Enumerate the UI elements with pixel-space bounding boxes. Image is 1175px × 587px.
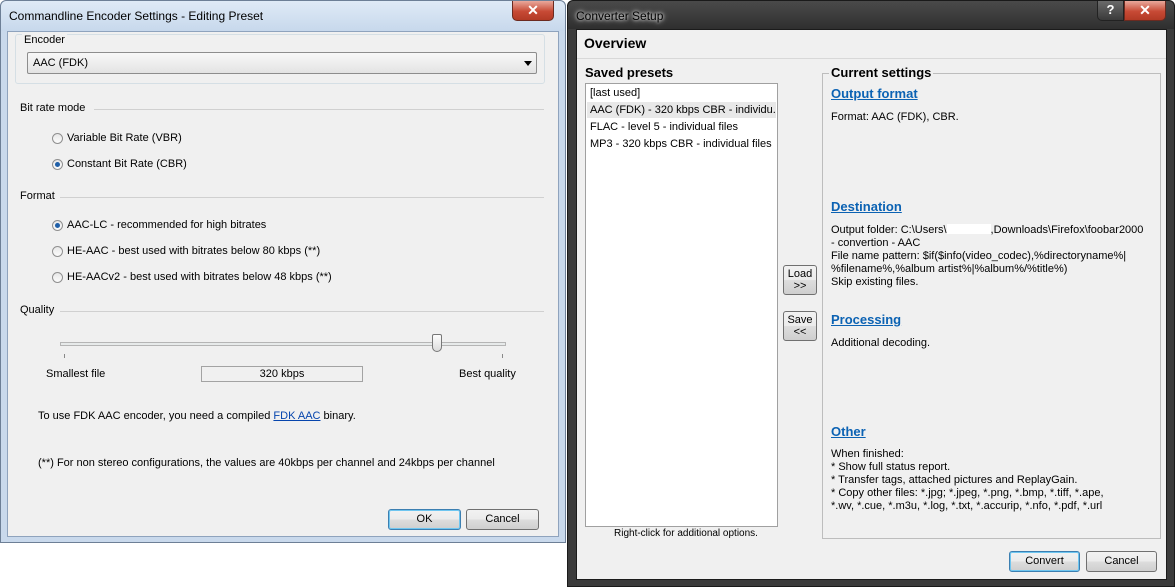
quality-label: Quality — [20, 304, 55, 316]
save-label: Save — [787, 314, 813, 326]
list-item[interactable]: MP3 - 320 kbps CBR - individual files — [587, 136, 776, 152]
encoder-settings-window: Commandline Encoder Settings - Editing P… — [0, 0, 566, 543]
converter-setup-window: Converter Setup ? ✕ Overview Saved prese… — [567, 0, 1175, 587]
help-icon[interactable]: ? — [1097, 1, 1124, 21]
save-button[interactable]: Save << — [783, 311, 817, 341]
smallest-file-label: Smallest file — [46, 368, 106, 380]
destination-folder-prefix: Output folder: C:\Users\ — [831, 224, 947, 236]
destination-skip: Skip existing files. — [831, 276, 919, 288]
destination-folder-line2: - convertion - AAC — [831, 237, 921, 249]
stereo-note: (**) For non stereo configurations, the … — [38, 457, 495, 469]
he-aacv2-label[interactable]: HE-AACv2 - best used with bitrates below… — [67, 271, 332, 283]
bitrate-mode-label: Bit rate mode — [20, 102, 86, 114]
quality-divider — [60, 311, 544, 312]
fdk-note: To use FDK AAC encoder, you need a compi… — [38, 410, 356, 422]
encoder-select-value: AAC (FDK) — [33, 57, 88, 69]
output-format-text: Format: AAC (FDK), CBR. — [831, 111, 959, 123]
encoder-window-close-icon[interactable]: ✕ — [512, 1, 554, 21]
convert-button[interactable]: Convert — [1009, 551, 1080, 572]
destination-link[interactable]: Destination — [831, 199, 902, 214]
slider-tick — [64, 354, 65, 358]
list-item[interactable]: AAC (FDK) - 320 kbps CBR - individu... — [587, 102, 776, 118]
encoder-window-client: Encoder AAC (FDK) Bit rate mode Variable… — [7, 31, 559, 537]
saved-presets-label: Saved presets — [585, 65, 674, 80]
converter-window-title: Converter Setup — [576, 9, 664, 23]
destination-text: Output folder: C:\Users\ ,Downloads\Firef… — [831, 224, 1159, 289]
aac-lc-label[interactable]: AAC-LC - recommended for high bitrates — [67, 219, 266, 231]
vbr-radio[interactable] — [52, 133, 63, 144]
converter-cancel-button[interactable]: Cancel — [1086, 551, 1157, 572]
save-arrow-icon: << — [793, 326, 807, 338]
fdk-aac-link[interactable]: FDK AAC — [273, 410, 320, 422]
list-item[interactable]: FLAC - level 5 - individual files — [587, 119, 776, 135]
cbr-radio[interactable] — [52, 159, 63, 170]
destination-pattern-line2: %filename%,%album artist%|%album%/%title… — [831, 263, 1068, 275]
overview-divider — [577, 58, 1166, 59]
encoder-select[interactable]: AAC (FDK) — [27, 52, 537, 74]
chevron-down-icon — [524, 61, 532, 66]
aac-lc-radio[interactable] — [52, 220, 63, 231]
ok-button[interactable]: OK — [388, 509, 461, 530]
processing-link[interactable]: Processing — [831, 312, 901, 327]
vbr-label[interactable]: Variable Bit Rate (VBR) — [67, 132, 182, 144]
current-settings-group: Current settings Output format Format: A… — [822, 65, 1161, 539]
he-aacv2-radio[interactable] — [52, 272, 63, 283]
output-format-link[interactable]: Output format — [831, 86, 918, 101]
load-button[interactable]: Load >> — [783, 265, 817, 295]
slider-tick — [502, 354, 503, 358]
format-label: Format — [20, 190, 55, 202]
quality-slider-thumb[interactable] — [432, 334, 443, 352]
list-item[interactable]: [last used] — [587, 85, 776, 101]
quality-value-box: 320 kbps — [201, 366, 363, 382]
destination-pattern-line1: File name pattern: $if($info(video_codec… — [831, 250, 1127, 262]
processing-text: Additional decoding. — [831, 337, 931, 349]
he-aac-radio[interactable] — [52, 246, 63, 257]
he-aac-label[interactable]: HE-AAC - best used with bitrates below 8… — [67, 245, 320, 257]
converter-window-close-icon[interactable]: ✕ — [1124, 1, 1166, 21]
load-arrow-icon: >> — [793, 280, 807, 292]
saved-presets-list[interactable]: [last used] AAC (FDK) - 320 kbps CBR - i… — [585, 83, 778, 527]
presets-hint: Right-click for additional options. — [614, 528, 758, 539]
redaction — [946, 224, 991, 234]
cbr-label[interactable]: Constant Bit Rate (CBR) — [67, 158, 187, 170]
encoder-group-label: Encoder — [22, 34, 67, 46]
fdk-note-suffix: binary. — [320, 410, 356, 422]
current-settings-label: Current settings — [829, 65, 934, 80]
other-link[interactable]: Other — [831, 424, 866, 439]
destination-folder-suffix: ,Downloads\Firefox\foobar2000 — [990, 224, 1144, 236]
load-label: Load — [787, 268, 813, 280]
bitrate-mode-divider — [94, 109, 544, 110]
encoder-window-title: Commandline Encoder Settings - Editing P… — [9, 9, 264, 23]
encoder-window-titlebar[interactable]: Commandline Encoder Settings - Editing P… — [1, 1, 565, 31]
converter-window-titlebar[interactable]: Converter Setup ? ✕ — [568, 1, 1174, 29]
best-quality-label: Best quality — [459, 368, 516, 380]
fdk-note-prefix: To use FDK AAC encoder, you need a compi… — [38, 410, 274, 422]
format-divider — [60, 197, 544, 198]
encoder-cancel-button[interactable]: Cancel — [466, 509, 539, 530]
overview-heading: Overview — [584, 35, 647, 51]
other-text: When finished: * Show full status report… — [831, 448, 1104, 512]
converter-window-client: Overview Saved presets [last used] AAC (… — [576, 29, 1167, 580]
